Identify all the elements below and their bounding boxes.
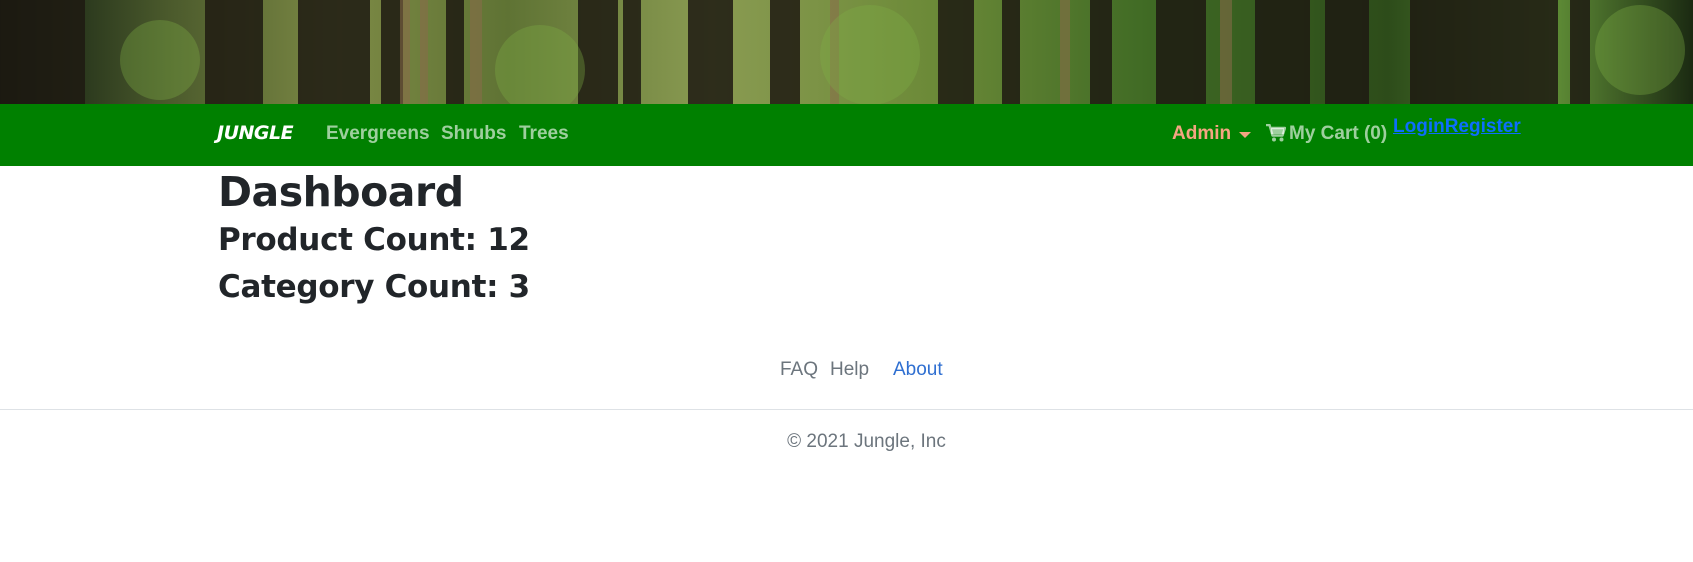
page-title: Dashboard	[218, 168, 464, 216]
login-link[interactable]: Login	[1393, 116, 1445, 137]
cart-label: My Cart (0)	[1289, 123, 1388, 144]
nav-link-evergreens[interactable]: Evergreens	[326, 123, 430, 145]
nav-link-shrubs[interactable]: Shrubs	[441, 123, 506, 145]
main-navbar: JUNGLE Evergreens Shrubs Trees Admin My …	[0, 104, 1693, 166]
admin-dropdown[interactable]: Admin	[1172, 123, 1231, 145]
footer-links: FAQ Help About	[0, 359, 1693, 383]
cart-icon	[1266, 124, 1286, 142]
footer-link-faq[interactable]: FAQ	[780, 359, 818, 381]
caret-down-icon[interactable]	[1239, 132, 1251, 138]
nav-link-trees[interactable]: Trees	[519, 123, 569, 145]
footer-divider	[0, 409, 1693, 410]
brand-logo[interactable]: JUNGLE	[217, 122, 294, 144]
auth-links: LoginRegister	[1393, 116, 1521, 138]
forest-banner-image	[0, 0, 1693, 104]
product-count: Product Count: 12	[218, 222, 530, 258]
footer-link-about[interactable]: About	[893, 359, 943, 381]
category-count: Category Count: 3	[218, 269, 530, 305]
copyright-text: © 2021 Jungle, Inc	[787, 431, 946, 452]
footer-link-help[interactable]: Help	[830, 359, 869, 381]
register-link[interactable]: Register	[1445, 116, 1521, 137]
